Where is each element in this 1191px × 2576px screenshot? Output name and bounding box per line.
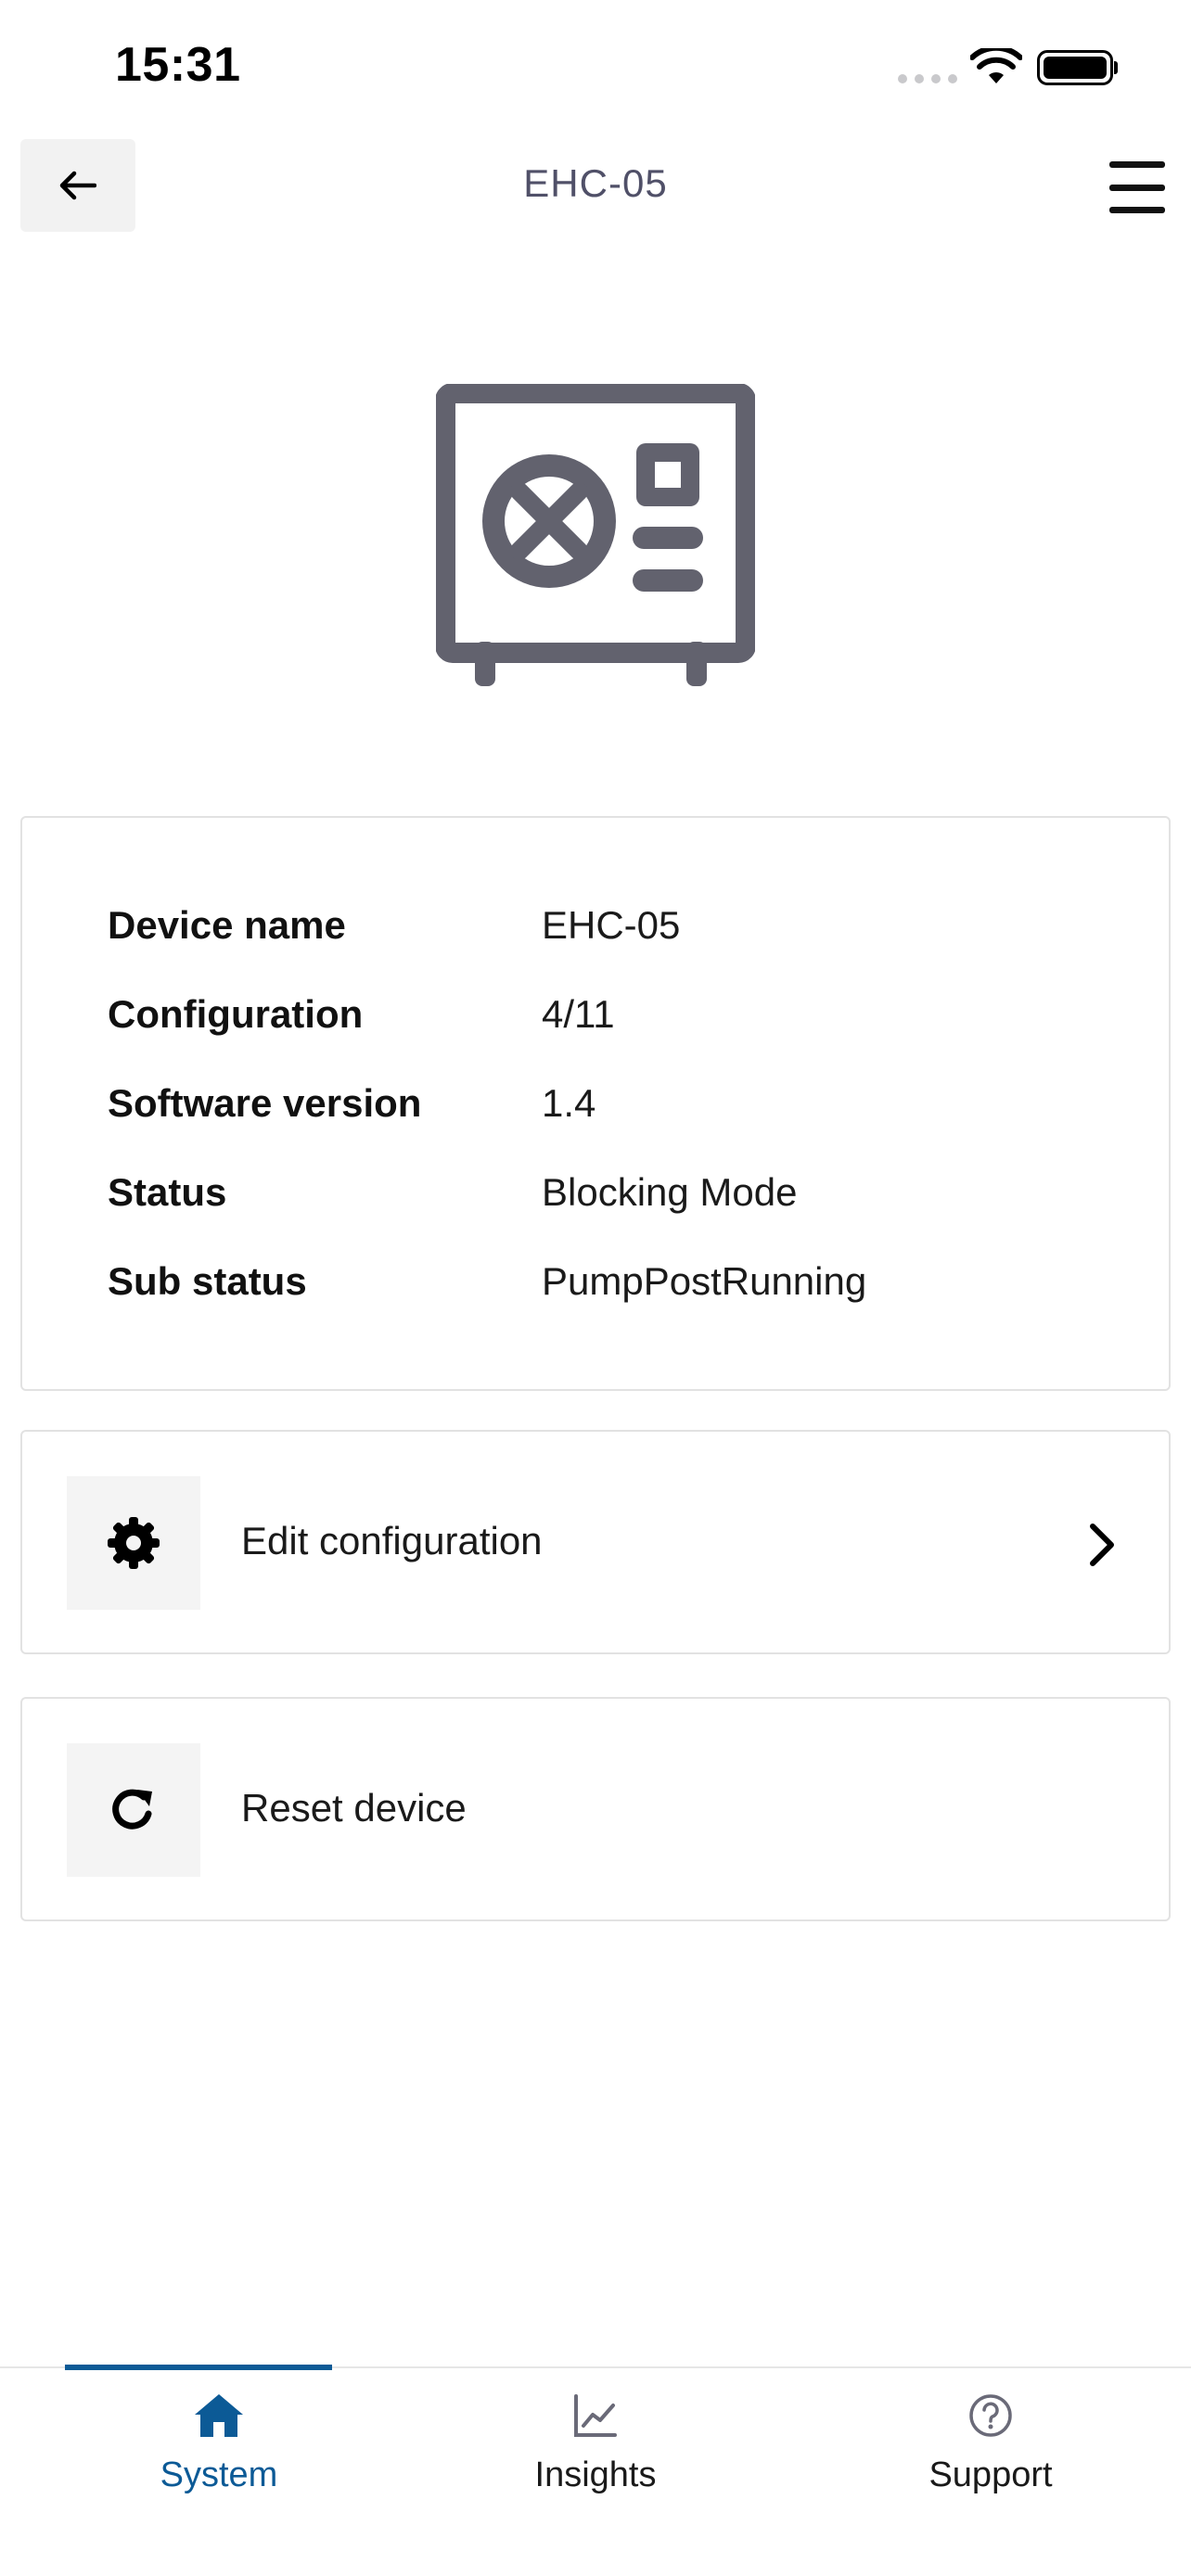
- page-title: EHC-05: [523, 161, 668, 205]
- info-row-configuration: Configuration 4/11: [108, 987, 1128, 1042]
- cellular-signal-icon: [898, 74, 957, 83]
- info-row-sub-status: Sub status PumpPostRunning: [108, 1254, 1128, 1309]
- edit-configuration-button[interactable]: Edit configuration: [20, 1430, 1171, 1654]
- reset-device-label: Reset device: [241, 1786, 467, 1830]
- info-label: Configuration: [108, 992, 364, 1036]
- chevron-right-icon: [1090, 1524, 1114, 1566]
- heat-pump-unit-icon: [436, 384, 755, 686]
- nav-label-system: System: [160, 2455, 278, 2494]
- refresh-icon: [112, 1789, 152, 1830]
- info-label: Software version: [108, 1081, 422, 1125]
- help-circle-icon: [969, 2394, 1012, 2437]
- home-icon: [195, 2394, 243, 2437]
- reset-device-button[interactable]: Reset device: [20, 1697, 1171, 1921]
- info-value: Blocking Mode: [542, 1170, 798, 1214]
- edit-configuration-label: Edit configuration: [241, 1519, 543, 1562]
- info-row-software-version: Software version 1.4: [108, 1076, 1128, 1131]
- line-chart-icon: [574, 2394, 617, 2437]
- nav-label-support: Support: [928, 2455, 1053, 2494]
- bottom-nav: System Insights Support: [0, 2365, 1191, 2576]
- action-icon-box: [67, 1476, 200, 1610]
- header: EHC-05: [0, 130, 1191, 241]
- info-label: Sub status: [108, 1259, 307, 1303]
- wifi-icon: [970, 48, 1022, 83]
- nav-item-support[interactable]: Support: [792, 2368, 1189, 2576]
- nav-label-insights: Insights: [534, 2455, 657, 2494]
- menu-button[interactable]: [1109, 161, 1165, 213]
- hamburger-menu-icon: [1109, 161, 1165, 168]
- device-info-card: Device name EHC-05 Configuration 4/11 So…: [20, 816, 1171, 1391]
- status-bar: 15:31: [0, 0, 1191, 130]
- info-label: Device name: [108, 903, 346, 947]
- info-value: 1.4: [542, 1081, 596, 1125]
- gear-icon: [108, 1517, 160, 1569]
- nav-item-system[interactable]: System: [20, 2365, 417, 2576]
- status-time: 15:31: [115, 38, 241, 92]
- action-icon-box: [67, 1743, 200, 1877]
- nav-item-insights[interactable]: Insights: [397, 2368, 794, 2576]
- info-value: EHC-05: [542, 903, 681, 947]
- info-label: Status: [108, 1170, 227, 1214]
- info-value: PumpPostRunning: [542, 1259, 867, 1303]
- info-row-status: Status Blocking Mode: [108, 1165, 1128, 1220]
- info-row-device-name: Device name EHC-05: [108, 898, 1128, 953]
- battery-icon: [1037, 50, 1113, 85]
- active-tab-indicator: [65, 2365, 332, 2370]
- info-value: 4/11: [542, 992, 615, 1036]
- battery-tip: [1114, 61, 1118, 74]
